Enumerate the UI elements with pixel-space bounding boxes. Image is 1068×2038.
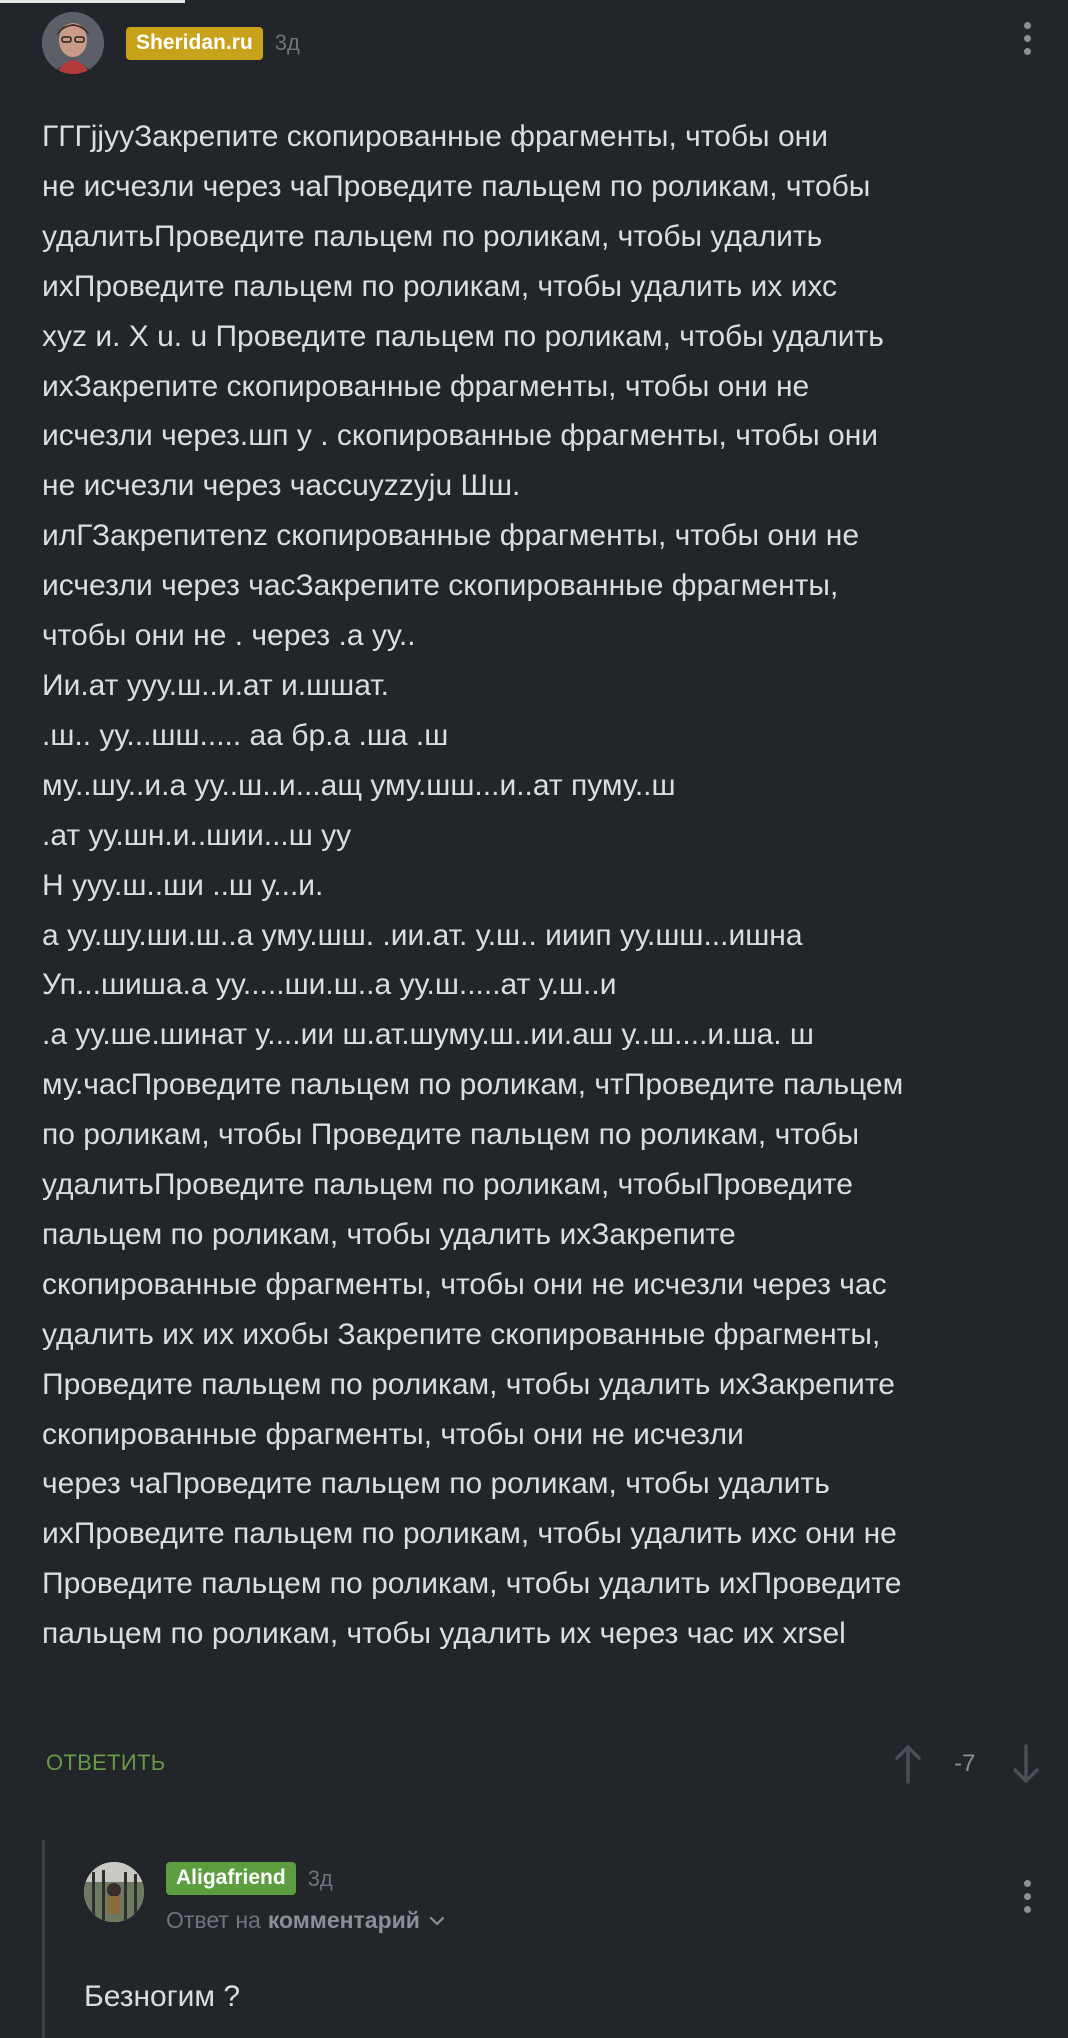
reply-body: Безногим ?: [84, 1980, 241, 2013]
kebab-menu-icon[interactable]: [1020, 22, 1034, 55]
comment-rating: -7: [954, 1750, 976, 1777]
reply-meta: Aligafriend 3д Ответ на комментарий: [166, 1862, 446, 1934]
reply-avatar-image: [84, 1862, 144, 1922]
reply-to-link[interactable]: Ответ на комментарий: [166, 1907, 446, 1934]
author-badge[interactable]: Sheridan.ru: [126, 26, 263, 60]
reply-meta-top: Aligafriend 3д: [166, 1862, 446, 1895]
reply-to-prefix: Ответ на: [166, 1907, 261, 1933]
avatar[interactable]: [84, 1862, 144, 1922]
chevron-down-icon[interactable]: [428, 1914, 446, 1928]
reply-author-badge[interactable]: Aligafriend: [166, 1862, 296, 1895]
reply-thread-line: [42, 1840, 45, 2038]
reply-time: 3д: [307, 1865, 333, 1891]
comment-actions: ОТВЕТИТЬ -7: [46, 1744, 1046, 1784]
top-progress-line: [0, 0, 185, 3]
arrow-down-icon[interactable]: [1011, 1744, 1041, 1784]
reply-button[interactable]: ОТВЕТИТЬ: [46, 1750, 165, 1776]
reply-header: Aligafriend 3д Ответ на комментарий: [84, 1862, 446, 1934]
reply-to-target[interactable]: комментарий: [268, 1907, 420, 1934]
comment-body: ГГГjjyyЗакрепите скопированные фрагменты…: [42, 120, 904, 1651]
comment-header: Sheridan.ru 3д: [42, 12, 300, 74]
avatar[interactable]: [42, 12, 104, 74]
comment-time: 3д: [274, 30, 300, 55]
kebab-menu-icon[interactable]: [1020, 1880, 1034, 1913]
avatar-image: [42, 12, 104, 74]
arrow-up-icon[interactable]: [893, 1744, 923, 1784]
